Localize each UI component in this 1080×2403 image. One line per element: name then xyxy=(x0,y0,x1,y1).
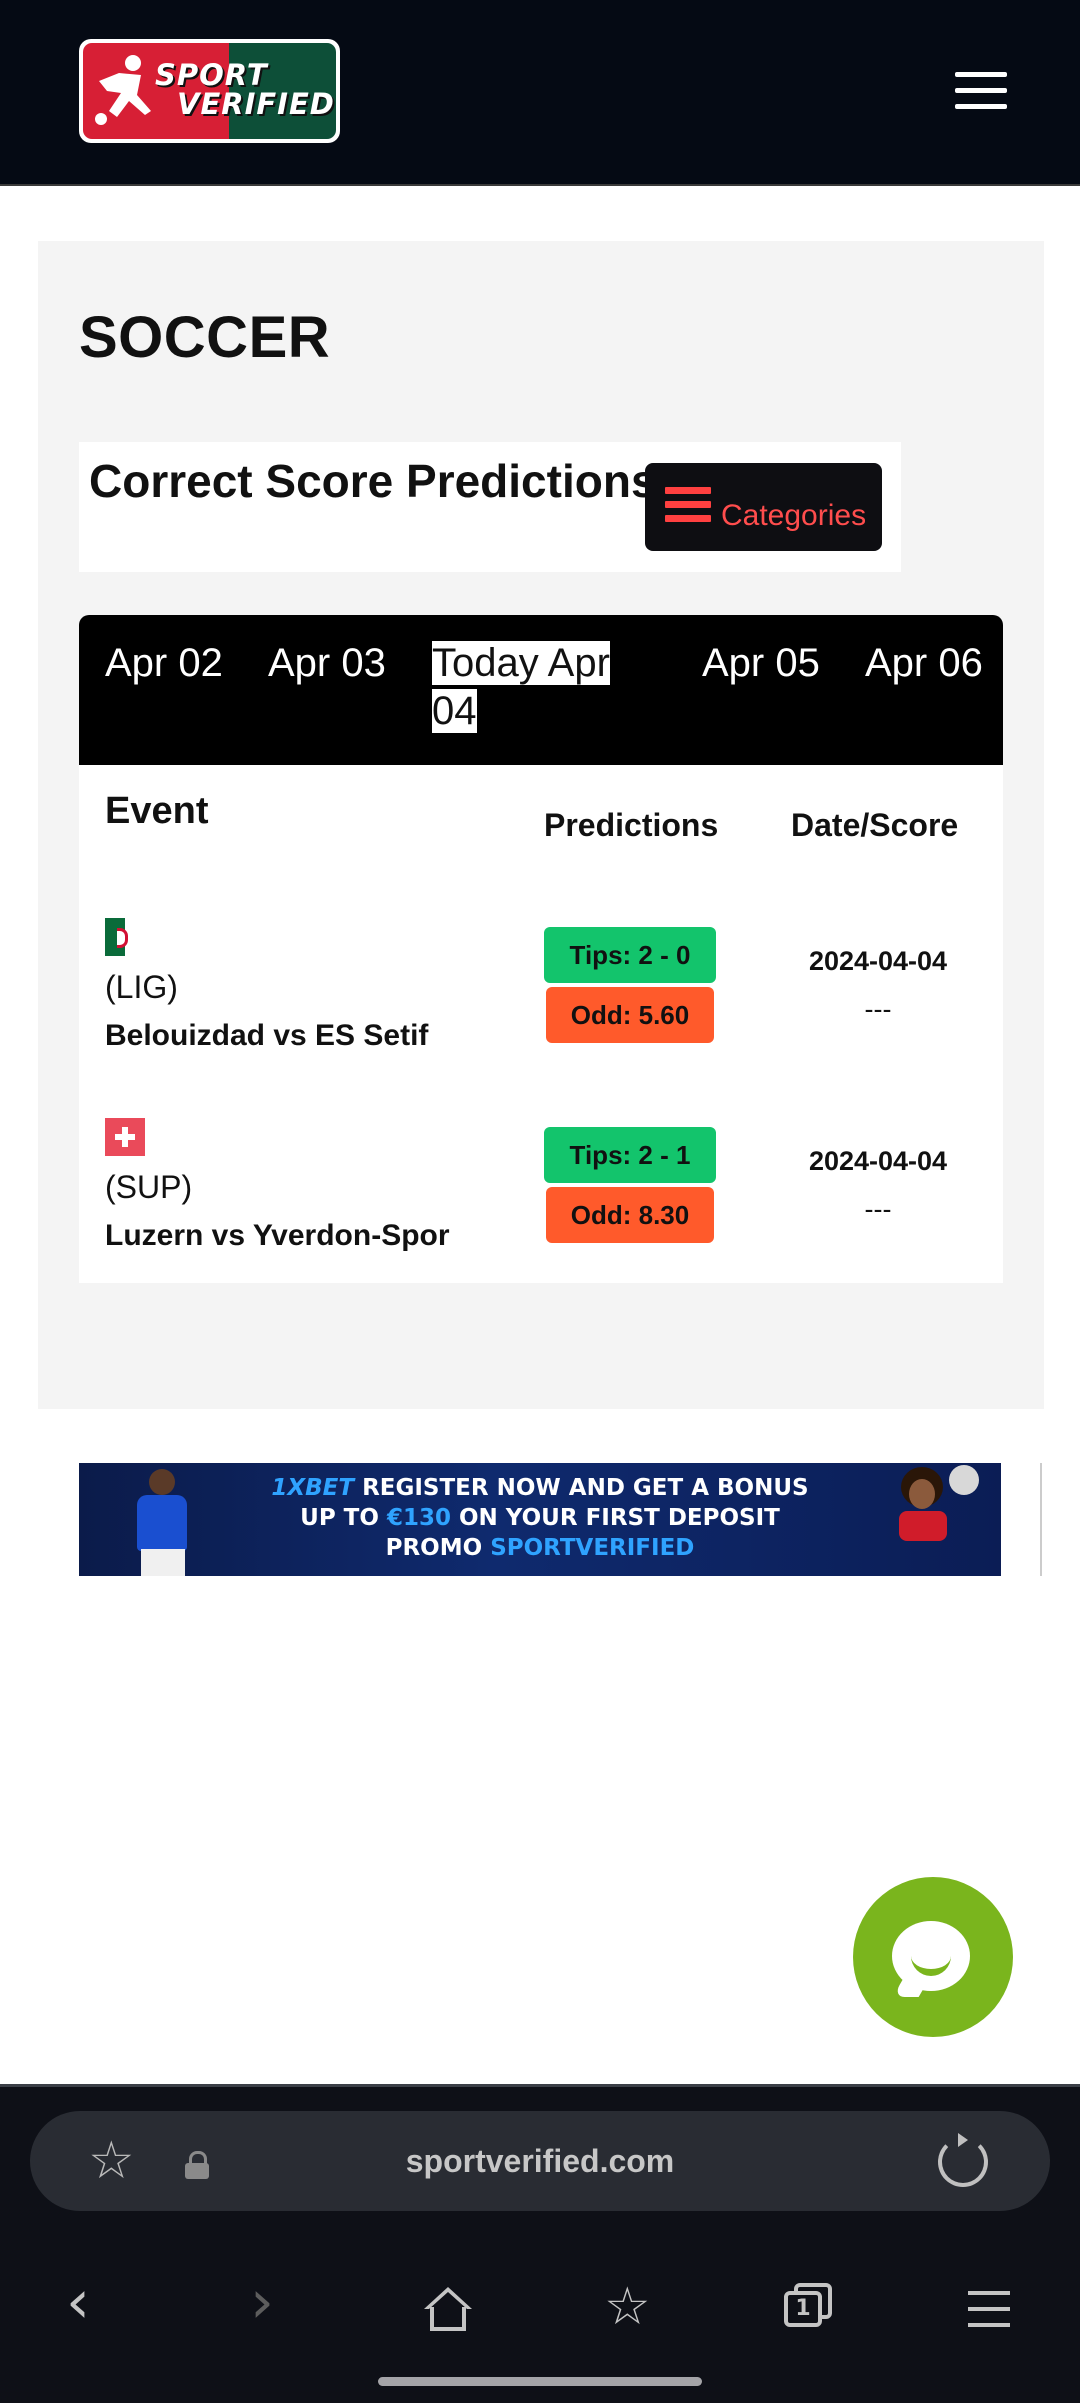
categories-button[interactable]: Categories xyxy=(645,463,882,551)
predictions-table: Apr 02 Apr 03 Today Apr 04 Apr 05 Apr 06… xyxy=(79,615,1003,1283)
page-title: SOCCER xyxy=(79,305,331,370)
tab-apr-05[interactable]: Apr 05 xyxy=(702,639,822,687)
bookmarks-icon[interactable]: ☆ xyxy=(604,2281,651,2333)
header-date-score: Date/Score xyxy=(791,807,959,843)
row1-odd-badge: Odd: 5.60 xyxy=(546,987,714,1043)
tab-apr-03[interactable]: Apr 03 xyxy=(268,639,388,687)
site-header: SPORT VERIFIED xyxy=(0,0,1080,186)
back-icon[interactable]: ‹ xyxy=(66,2272,90,2332)
row2-date: 2024-04-04 xyxy=(808,1146,948,1176)
tab-apr-02[interactable]: Apr 02 xyxy=(105,639,225,687)
address-bar[interactable]: ☆ sportverified.com xyxy=(30,2111,1050,2211)
player-silhouette-icon xyxy=(95,55,151,125)
menu-icon xyxy=(665,487,711,529)
page-subtitle: Correct Score Predictions xyxy=(89,455,657,507)
logo-line2: VERIFIED xyxy=(177,87,335,121)
banner-line1: REGISTER NOW AND GET A BONUS xyxy=(362,1475,809,1501)
row1-tip-badge: Tips: 2 - 0 xyxy=(544,927,716,983)
promo-banner[interactable]: 1XBET REGISTER NOW AND GET A BONUS UP TO… xyxy=(79,1463,1001,1576)
date-tabs: Apr 02 Apr 03 Today Apr 04 Apr 05 Apr 06 xyxy=(79,615,1003,765)
row2-match[interactable]: Luzern vs Yverdon-Spor xyxy=(105,1219,450,1253)
banner-divider xyxy=(1040,1463,1042,1576)
categories-label: Categories xyxy=(721,499,867,532)
url-text[interactable]: sportverified.com xyxy=(30,2111,1050,2211)
banner-brand: 1XBET xyxy=(271,1475,355,1501)
row2-league: (SUP) xyxy=(105,1169,193,1205)
banner-amount: €130 xyxy=(386,1505,451,1531)
banner-line3-pre: PROMO xyxy=(385,1535,483,1561)
chat-bubble-icon[interactable] xyxy=(853,1877,1013,2037)
tab-apr-06[interactable]: Apr 06 xyxy=(865,639,985,687)
tab-today-apr-04[interactable]: Today Apr 04 xyxy=(432,639,622,735)
banner-text: 1XBET REGISTER NOW AND GET A BONUS UP TO… xyxy=(79,1473,1001,1563)
row1-score: --- xyxy=(864,994,892,1024)
row1-match[interactable]: Belouizdad vs ES Setif xyxy=(105,1019,428,1053)
reload-icon[interactable] xyxy=(938,2133,988,2187)
main-content: SOCCER Correct Score Predictions Categor… xyxy=(38,241,1044,1409)
switzerland-flag-icon xyxy=(105,1118,145,1156)
forward-icon[interactable]: › xyxy=(250,2272,274,2332)
header-event: Event xyxy=(105,790,209,832)
row1-date: 2024-04-04 xyxy=(808,946,948,976)
browser-bottom-bar: ☆ sportverified.com ‹ › ☆ 1 xyxy=(0,2084,1080,2403)
logo-text: SPORT VERIFIED xyxy=(155,61,340,119)
row2-tip-badge: Tips: 2 - 1 xyxy=(544,1127,716,1183)
sportverified-logo[interactable]: SPORT VERIFIED xyxy=(79,39,340,143)
subtitle-box: Correct Score Predictions Categories xyxy=(79,442,901,572)
row1-league: (LIG) xyxy=(105,969,178,1005)
banner-promo-code: SPORTVERIFIED xyxy=(490,1535,695,1561)
home-icon[interactable] xyxy=(424,2287,472,2331)
row2-score: --- xyxy=(864,1194,892,1224)
row2-odd-badge: Odd: 8.30 xyxy=(546,1187,714,1243)
header-predictions: Predictions xyxy=(544,807,719,843)
banner-line2-post: ON YOUR FIRST DEPOSIT xyxy=(458,1505,780,1531)
hamburger-icon[interactable] xyxy=(955,72,1007,110)
tabs-icon[interactable]: 1 xyxy=(784,2283,832,2327)
browser-menu-icon[interactable] xyxy=(968,2291,1010,2339)
tab-count: 1 xyxy=(784,2291,822,2327)
banner-line2-pre: UP TO xyxy=(300,1505,379,1531)
gesture-bar[interactable] xyxy=(378,2377,702,2386)
algeria-flag-icon xyxy=(105,918,128,956)
